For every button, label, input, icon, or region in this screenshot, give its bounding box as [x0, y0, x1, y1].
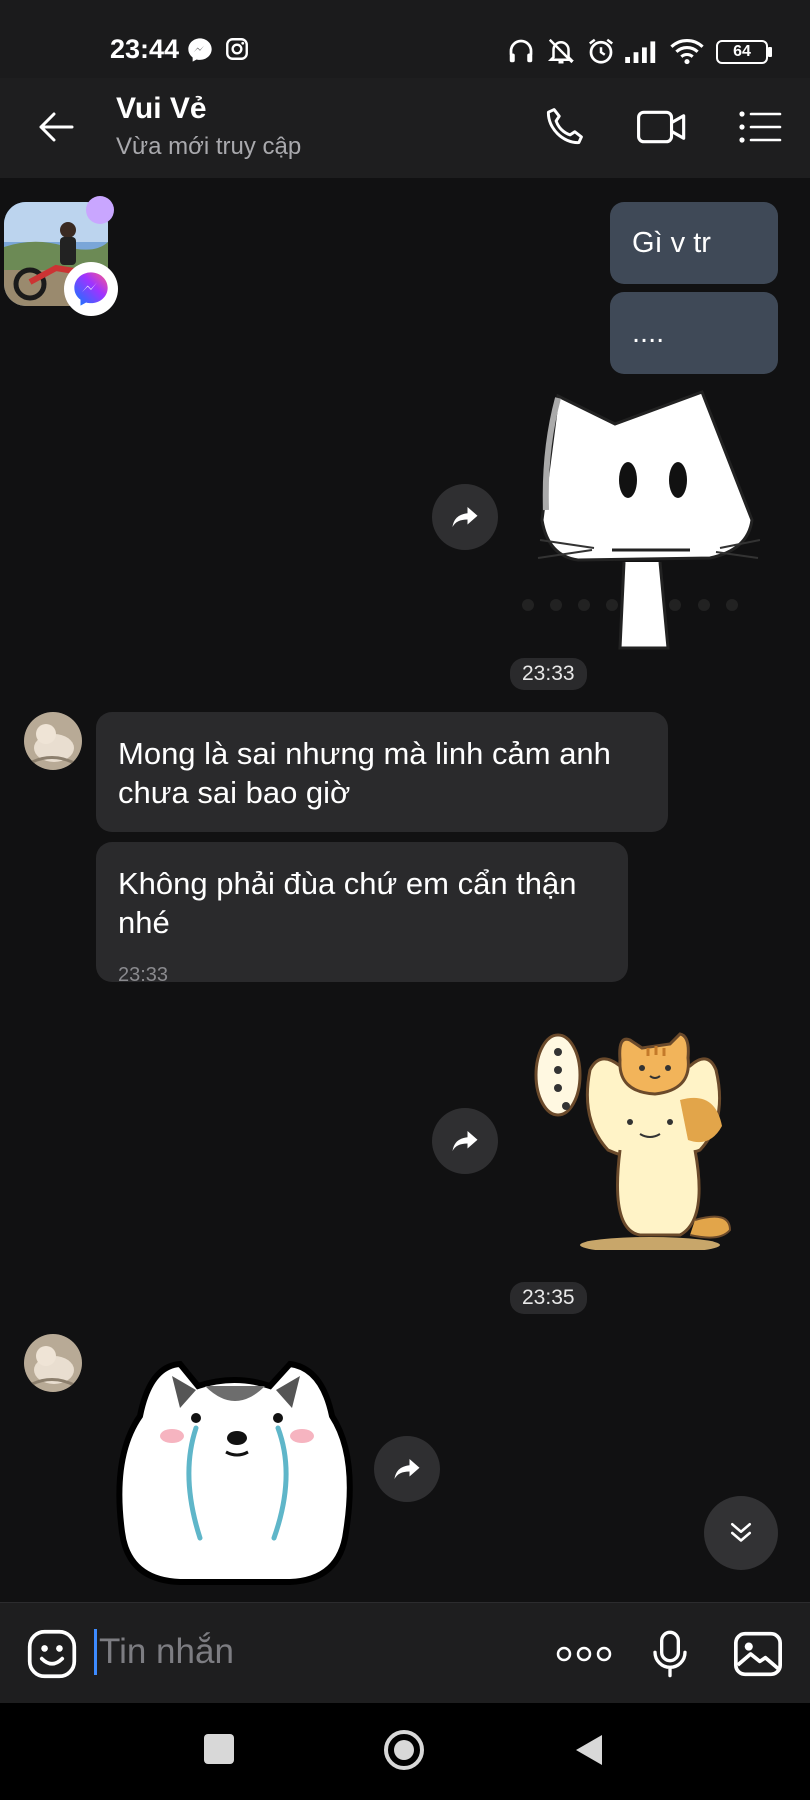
forward-button[interactable] — [432, 1108, 498, 1174]
video-icon — [637, 110, 686, 144]
alarm-icon — [586, 36, 616, 66]
sticker-cream-cat[interactable] — [530, 1030, 760, 1253]
emoji-button[interactable] — [22, 1624, 82, 1684]
status-time: 23:44 — [110, 34, 180, 64]
white-cat-sticker-image — [522, 390, 761, 650]
messenger-logo-icon — [74, 272, 108, 306]
phone-icon — [546, 108, 583, 145]
emoji-icon — [27, 1629, 77, 1679]
double-chevron-down-icon — [731, 1523, 751, 1542]
sticker-crying-husky[interactable] — [110, 1356, 360, 1586]
microphone-icon — [653, 1630, 687, 1678]
message-text: Mong là sai nhưng mà linh cảm anh chưa s… — [118, 736, 611, 810]
headphones-icon — [506, 36, 536, 66]
message-text: .... — [632, 316, 665, 349]
timestamp: 23:35 — [510, 1282, 587, 1314]
gallery-icon — [734, 1631, 782, 1677]
triangle-back-icon — [576, 1735, 602, 1765]
contact-avatar[interactable] — [24, 1334, 82, 1392]
avatar — [24, 1334, 82, 1392]
menu-icon — [739, 111, 782, 143]
contact-status: Vừa mới truy cập — [116, 133, 302, 160]
voice-message-button[interactable] — [640, 1624, 700, 1684]
video-call-button[interactable] — [632, 97, 692, 157]
more-options-button[interactable] — [554, 1624, 614, 1684]
back-button[interactable] — [26, 97, 86, 157]
wifi-icon — [670, 36, 704, 66]
message-time: 23:33 — [118, 964, 169, 986]
home-icon — [394, 1740, 414, 1760]
home-button[interactable] — [384, 1730, 424, 1770]
message-text: Gì v tr — [632, 226, 711, 259]
forward-icon — [452, 1131, 478, 1151]
contact-name[interactable]: Vui Vẻ — [116, 92, 207, 126]
nav-back-button[interactable] — [574, 1733, 604, 1772]
message-input-placeholder: Tin nhắn — [99, 1632, 234, 1671]
message-input[interactable]: Tin nhắn — [94, 1628, 514, 1676]
incoming-message[interactable]: Không phải đùa chứ em cẩn thận nhé 23:33 — [96, 842, 628, 986]
timestamp: 23:33 — [510, 658, 587, 690]
crying-husky-sticker-image — [116, 1360, 353, 1585]
forward-icon — [452, 507, 478, 527]
back-icon — [39, 112, 74, 142]
outgoing-message[interactable]: Gì v tr — [610, 202, 778, 284]
recents-button[interactable] — [204, 1734, 234, 1764]
scroll-to-bottom-button[interactable] — [704, 1496, 778, 1570]
signal-icon — [624, 36, 656, 66]
bell-off-icon — [546, 36, 576, 66]
outgoing-message[interactable]: .... — [610, 292, 778, 374]
avatar — [24, 712, 82, 770]
call-button[interactable] — [534, 97, 594, 157]
text-caret — [94, 1629, 97, 1675]
instagram-icon — [224, 36, 254, 66]
gallery-button[interactable] — [728, 1624, 788, 1684]
menu-button[interactable] — [730, 97, 790, 157]
contact-avatar[interactable] — [24, 712, 82, 770]
battery-icon: 64 — [716, 40, 768, 64]
battery-level: 64 — [733, 43, 751, 60]
incoming-message[interactable]: Mong là sai nhưng mà linh cảm anh chưa s… — [96, 712, 668, 832]
cream-cat-sticker-image — [534, 1032, 732, 1253]
messenger-icon — [186, 36, 216, 66]
messenger-badge — [64, 262, 118, 316]
battery-tip — [768, 47, 772, 57]
forward-button[interactable] — [432, 484, 498, 550]
more-icon — [556, 1646, 612, 1662]
forward-icon — [394, 1459, 420, 1479]
message-text: Không phải đùa chứ em cẩn thận nhé — [118, 866, 577, 940]
presence-dot — [86, 196, 114, 224]
sticker-white-cat[interactable] — [520, 390, 761, 650]
forward-button[interactable] — [374, 1436, 440, 1502]
